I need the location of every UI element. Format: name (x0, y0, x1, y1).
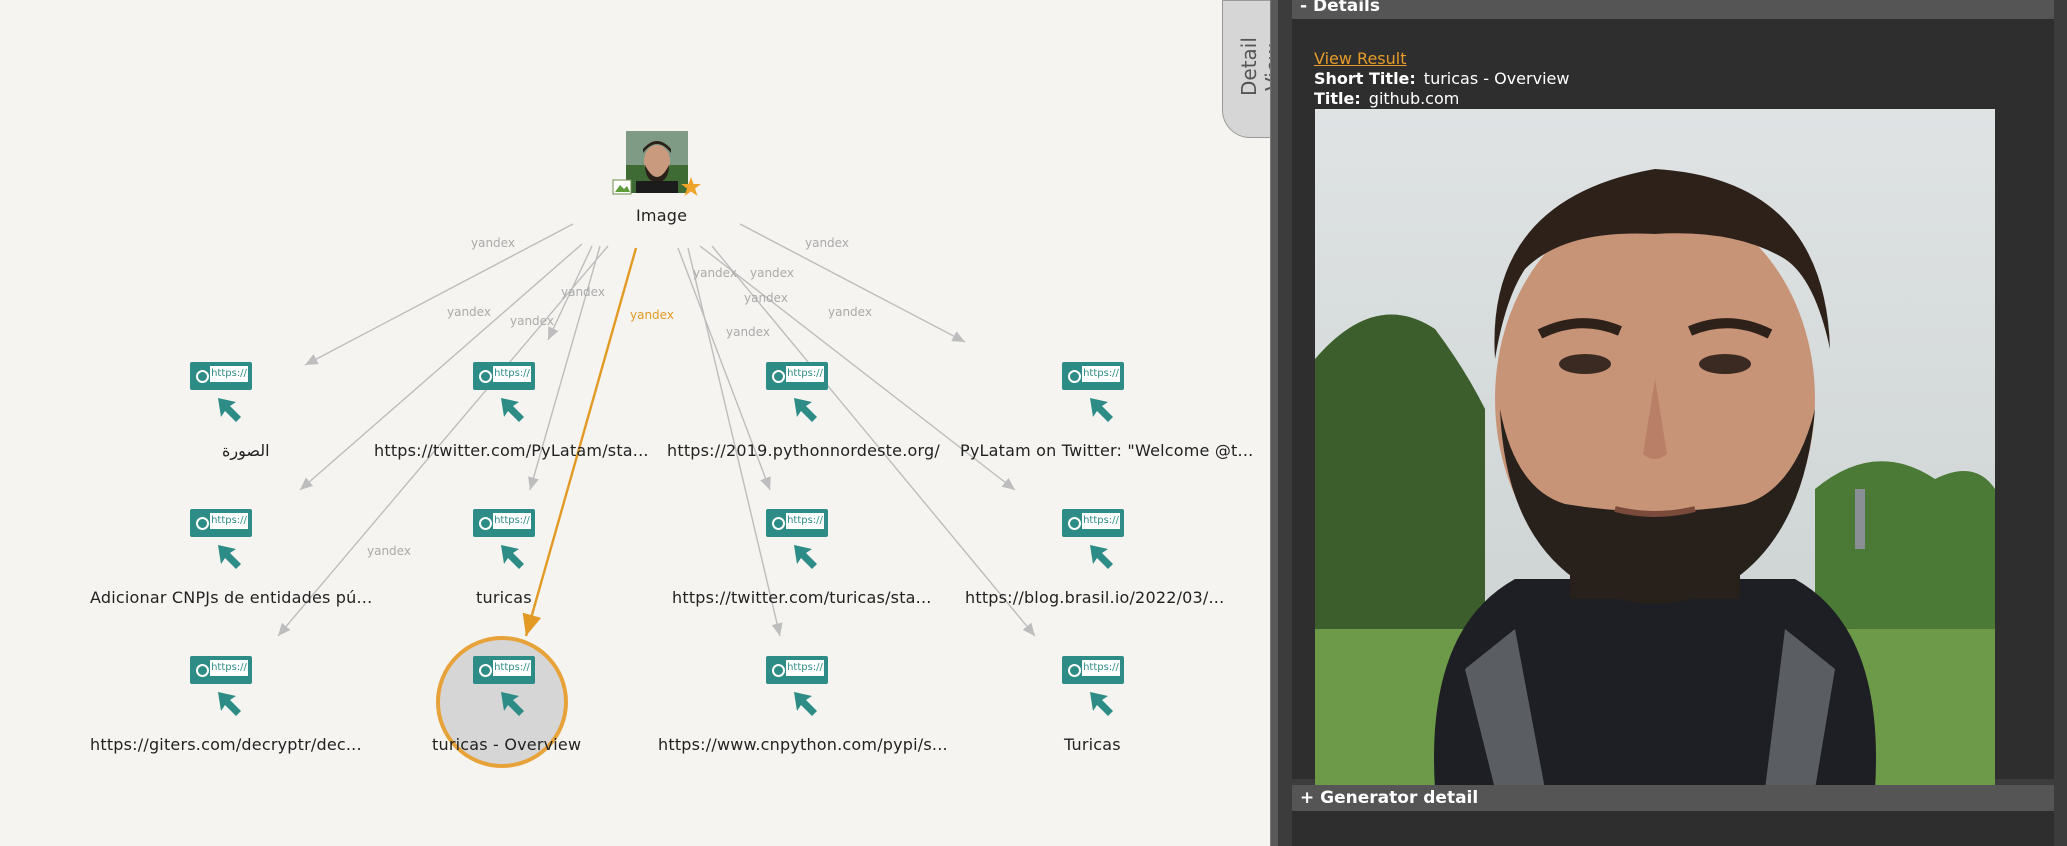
title-field: Title: github.com (1314, 89, 1459, 108)
edge-label: yandex (726, 325, 770, 339)
face-photo-icon (626, 131, 688, 193)
graph-canvas[interactable]: yandex yandex yandex yandex yandex yande… (0, 0, 1270, 846)
short-title-field: Short Title: turicas - Overview (1314, 69, 1569, 88)
edge-label: yandex (744, 291, 788, 305)
graph-node-label: https://twitter.com/PyLatam/sta... (374, 441, 649, 460)
url-node-icon: https:// (766, 509, 830, 573)
generator-detail-section-body (1292, 811, 2054, 846)
url-node-icon: https:// (190, 362, 254, 426)
edge-label: yandex (750, 266, 794, 280)
url-badge-text: https:// (210, 513, 248, 529)
result-photo (1315, 109, 1995, 789)
cursor-arrow-icon (794, 692, 817, 716)
url-node-icon: https:// (766, 656, 830, 720)
short-title-value: turicas - Overview (1423, 69, 1570, 88)
graph-node-label: turicas (476, 588, 532, 607)
url-badge-text: https:// (1082, 660, 1120, 676)
url-node-icon: https:// (190, 509, 254, 573)
details-section-header[interactable]: - Details (1292, 0, 2054, 19)
url-badge-text: https:// (1082, 513, 1120, 529)
cursor-arrow-icon (218, 545, 241, 569)
cursor-arrow-icon (794, 545, 817, 569)
url-badge-text: https:// (210, 660, 248, 676)
edge-label: yandex (693, 266, 737, 280)
root-node-label: Image (636, 206, 688, 225)
url-node-icon: https:// (1062, 656, 1126, 720)
edge-label: yandex (828, 305, 872, 319)
graph-node-label: Adicionar CNPJs de entidades pú... (90, 588, 373, 607)
image-badge-icon (612, 179, 632, 195)
edge-label: yandex (471, 236, 515, 250)
star-icon (681, 177, 701, 196)
edge-label-selected: yandex (630, 308, 674, 322)
cursor-arrow-icon (794, 398, 817, 422)
detail-view-tab-label: Detail View (1237, 37, 1285, 97)
cursor-arrow-icon (1090, 692, 1113, 716)
graph-node-label: https://www.cnpython.com/pypi/s... (658, 735, 948, 754)
cursor-arrow-icon (501, 692, 524, 716)
graph-node-label: PyLatam on Twitter: "Welcome @t... (960, 441, 1254, 460)
edge-label: yandex (805, 236, 849, 250)
url-node-icon: https:// (473, 509, 537, 573)
title-label: Title: (1314, 89, 1361, 108)
url-badge-text: https:// (786, 366, 824, 382)
details-section-body: View Result Short Title: turicas - Overvi… (1292, 19, 2054, 789)
edge-label: yandex (561, 285, 605, 299)
edge-label: yandex (510, 314, 554, 328)
url-badge-text: https:// (493, 366, 531, 382)
url-node-icon: https:// (766, 362, 830, 426)
short-title-label: Short Title: (1314, 69, 1416, 88)
cursor-arrow-icon (218, 398, 241, 422)
graph-node-label: https://blog.brasil.io/2022/03/... (965, 588, 1225, 607)
url-badge-text: https:// (786, 513, 824, 529)
url-node-icon: https:// (473, 656, 537, 720)
url-badge-text: https:// (493, 660, 531, 676)
graph-node-label: https://2019.pythonnordeste.org/ (667, 441, 940, 460)
graph-node-label: turicas - Overview (432, 735, 582, 754)
url-node-icon: https:// (1062, 509, 1126, 573)
cursor-arrow-icon (218, 692, 241, 716)
url-badge-text: https:// (786, 660, 824, 676)
url-badge-text: https:// (493, 513, 531, 529)
view-result-link[interactable]: View Result (1314, 49, 1407, 68)
url-node-icon: https:// (1062, 362, 1126, 426)
edge (304, 223, 574, 366)
url-badge-text: https:// (210, 366, 248, 382)
url-badge-text: https:// (1082, 366, 1120, 382)
detail-panel: - Details View Result Short Title: turica… (1278, 0, 2067, 846)
url-node-icon: https:// (190, 656, 254, 720)
cursor-arrow-icon (1090, 545, 1113, 569)
cursor-arrow-icon (501, 545, 524, 569)
generator-detail-section-header[interactable]: + Generator detail (1292, 785, 2054, 811)
graph-node-label: Turicas (1064, 735, 1121, 754)
edge-label: yandex (447, 305, 491, 319)
edge (739, 223, 966, 343)
cursor-arrow-icon (501, 398, 524, 422)
cursor-arrow-icon (1090, 398, 1113, 422)
graph-node-label: https://giters.com/decryptr/dec... (90, 735, 362, 754)
url-node-icon: https:// (473, 362, 537, 426)
graph-node-label: https://twitter.com/turicas/sta... (672, 588, 932, 607)
graph-node-label: الصورة (222, 441, 270, 460)
edge-label: yandex (367, 544, 411, 558)
title-value: github.com (1368, 89, 1460, 108)
